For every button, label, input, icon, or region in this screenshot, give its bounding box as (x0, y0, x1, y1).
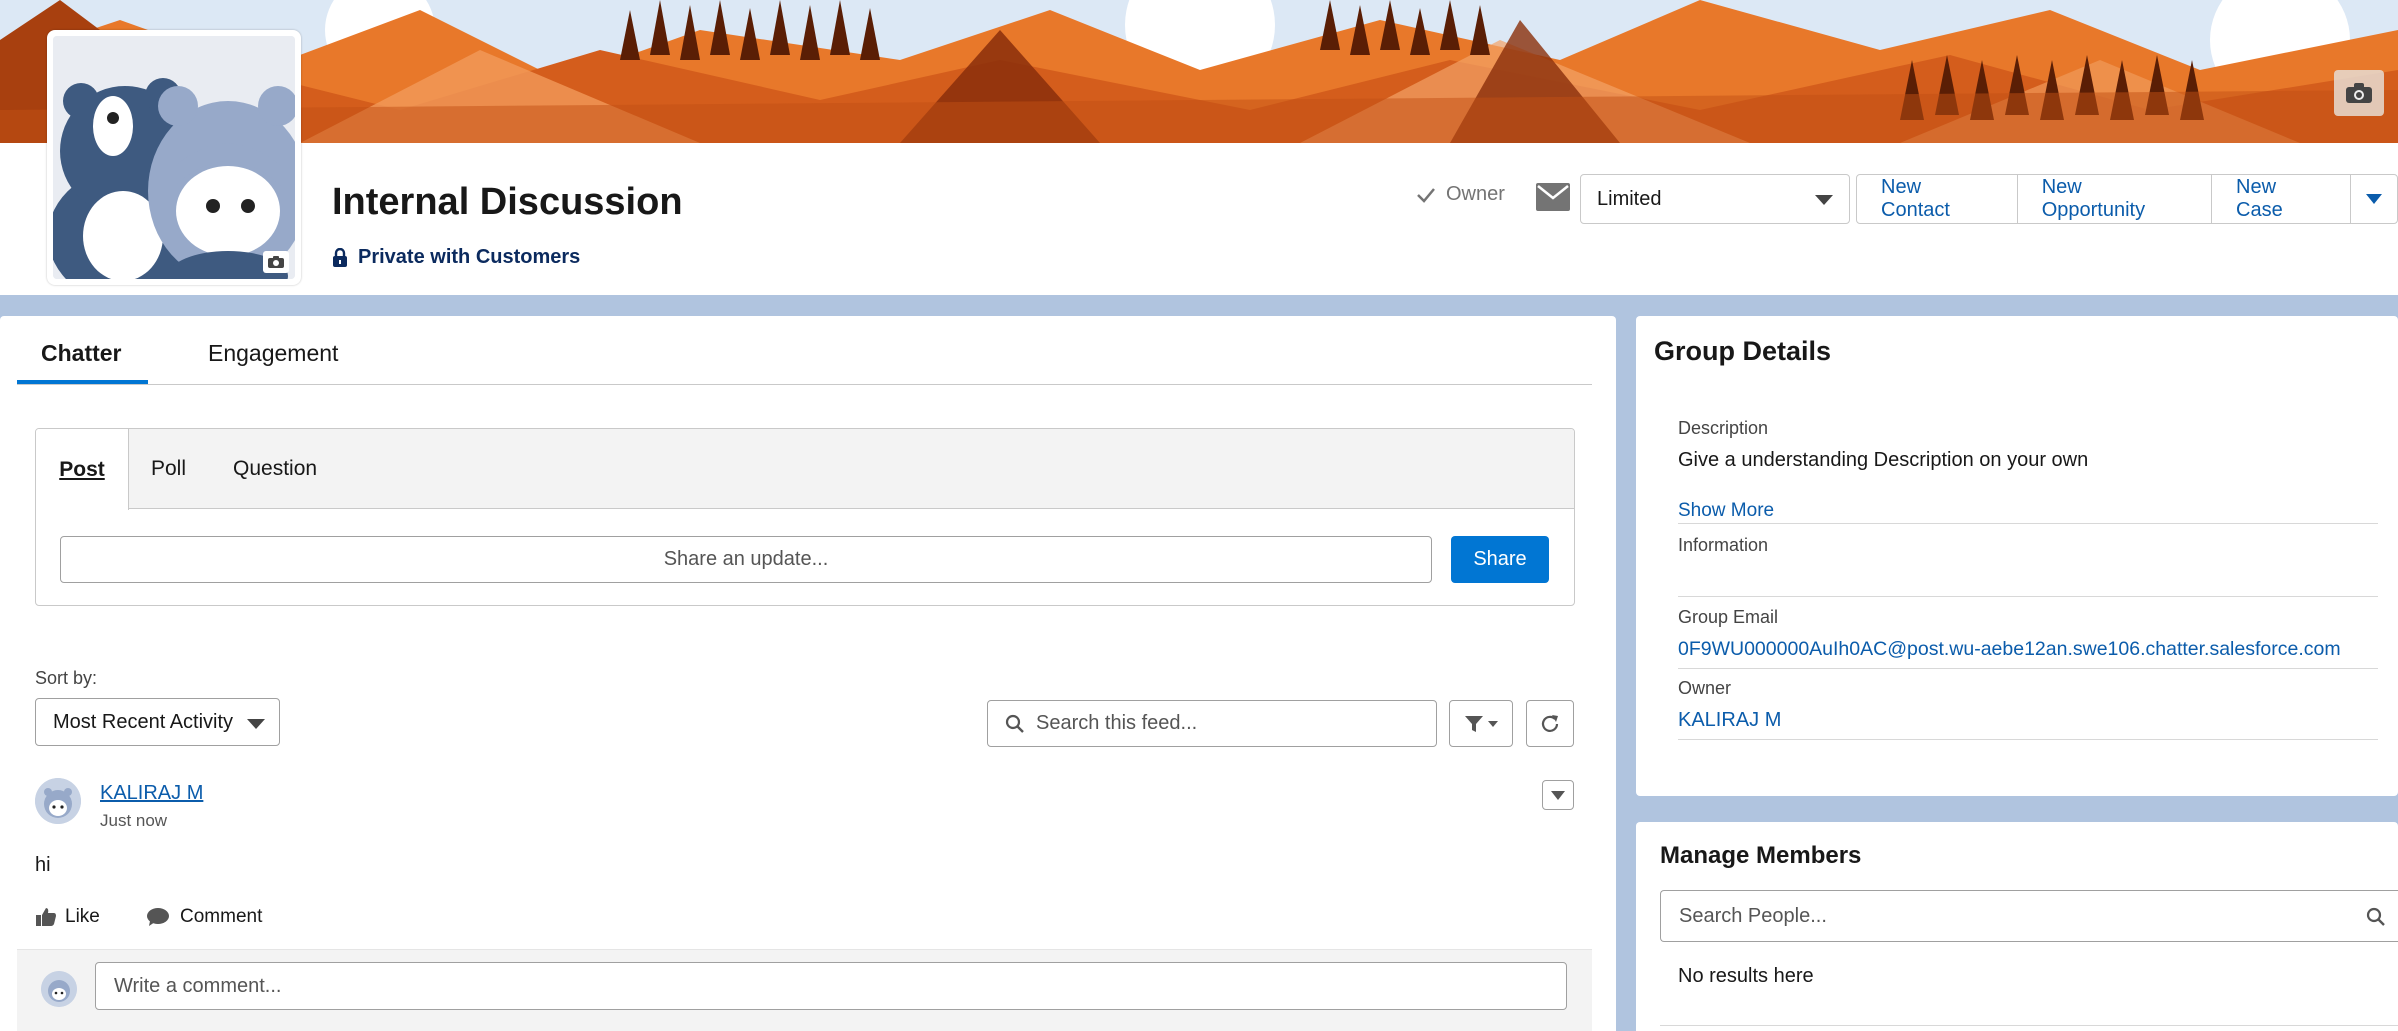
email-icon (1536, 183, 1570, 216)
tab-chatter[interactable]: Chatter (41, 340, 122, 367)
group-banner (0, 0, 2398, 143)
owner-flag-label: Owner (1446, 183, 1505, 205)
comment-icon (147, 908, 169, 926)
thumbs-up-icon (36, 908, 56, 926)
chevron-down-icon (247, 719, 265, 729)
comment-label: Comment (180, 906, 263, 927)
search-icon (1005, 714, 1024, 733)
email-frequency-select[interactable]: Limited (1580, 174, 1850, 224)
lock-icon (333, 247, 347, 267)
owner-flag: Owner (1416, 183, 1505, 206)
active-tab-indicator (17, 380, 148, 384)
current-user-avatar (41, 971, 77, 1007)
owner-label: Owner (1678, 678, 1732, 698)
chevron-down-icon (1488, 720, 1498, 727)
description-label: Description (1678, 418, 1769, 438)
share-update-input[interactable]: Share an update... (60, 536, 1432, 583)
sort-label: Sort by: (35, 668, 98, 688)
information-field: Information (1678, 535, 2378, 597)
chevron-down-icon (1815, 195, 1833, 205)
comment-composer: Write a comment... (17, 949, 1592, 1031)
comment-button[interactable]: Comment (146, 906, 262, 928)
page-title: Internal Discussion (332, 181, 683, 223)
people-search-input[interactable]: Search People... (1660, 890, 2398, 942)
divider (1660, 1025, 2398, 1026)
post-actions-menu[interactable] (1542, 780, 1574, 810)
banner-image (0, 0, 2398, 143)
new-opportunity-button[interactable]: New Opportunity (2018, 175, 2212, 223)
group-email-link[interactable]: 0F9WU000000AuIh0AC@post.wu-aebe12an.swe1… (1678, 638, 2378, 661)
group-email-label: Group Email (1678, 607, 1779, 627)
comment-input[interactable]: Write a comment... (95, 962, 1567, 1010)
chevron-down-icon (1551, 790, 1565, 800)
owner-field: Owner KALIRAJ M (1678, 678, 2378, 740)
like-button[interactable]: Like (35, 906, 100, 928)
check-icon (1417, 187, 1435, 203)
more-actions-button[interactable] (2351, 175, 2397, 223)
manage-members-title: Manage Members (1660, 842, 1862, 869)
show-more-link[interactable]: Show More (1678, 500, 2378, 528)
refresh-icon (1541, 714, 1559, 732)
manage-members-card: Manage Members Search People... No resul… (1636, 822, 2398, 1031)
filter-icon (1465, 715, 1483, 732)
description-field: Description Give a understanding Descrip… (1678, 418, 2378, 524)
publisher-tab-poll[interactable]: Poll (151, 429, 186, 509)
post-body: hi (35, 854, 51, 876)
sort-value: Most Recent Activity (53, 710, 234, 733)
group-email-field: Group Email 0F9WU000000AuIh0AC@post.wu-a… (1678, 607, 2378, 669)
chatter-publisher: Post Poll Question Share an update... Sh… (35, 428, 1575, 606)
group-header: Internal Discussion Private with Custome… (0, 143, 2398, 295)
privacy-status: Private with Customers (332, 246, 580, 269)
chevron-down-icon (2366, 194, 2382, 204)
no-results-message: No results here (1678, 965, 1814, 987)
publisher-tab-question[interactable]: Question (233, 429, 317, 509)
information-label: Information (1678, 535, 1769, 555)
people-search-placeholder: Search People... (1679, 904, 1827, 927)
owner-link[interactable]: KALIRAJ M (1678, 709, 2378, 732)
post-author-avatar[interactable] (35, 778, 81, 824)
post-timestamp: Just now (100, 811, 168, 830)
description-value: Give a understanding Description on your… (1678, 449, 2089, 471)
share-button[interactable]: Share (1451, 536, 1549, 583)
tab-engagement[interactable]: Engagement (208, 340, 338, 367)
group-photo[interactable] (47, 30, 301, 285)
new-case-button[interactable]: New Case (2212, 175, 2351, 223)
record-tabs: Chatter Engagement (17, 316, 1592, 385)
email-frequency-value: Limited (1597, 187, 1662, 210)
banner-camera-icon[interactable] (2334, 70, 2384, 116)
publisher-tab-post[interactable]: Post (36, 429, 129, 510)
header-actions: New Contact New Opportunity New Case (1856, 174, 2398, 224)
feed-refresh-button[interactable] (1526, 700, 1574, 747)
like-label: Like (65, 906, 100, 927)
new-contact-button[interactable]: New Contact (1857, 175, 2018, 223)
feed-search-input[interactable]: Search this feed... (987, 700, 1437, 747)
feed-filter-button[interactable] (1449, 700, 1513, 747)
sort-select[interactable]: Most Recent Activity (35, 698, 280, 746)
publisher-tabs: Post Poll Question (36, 429, 1574, 510)
feed-card: Chatter Engagement Post Poll Question Sh… (0, 316, 1616, 1031)
feed-search-placeholder: Search this feed... (1036, 712, 1198, 734)
search-icon (2366, 907, 2385, 926)
group-details-card: Group Details Description Give a underst… (1636, 316, 2398, 796)
post-author-link[interactable]: KALIRAJ M (100, 782, 203, 805)
group-photo-image (53, 36, 295, 279)
photo-camera-icon[interactable] (263, 251, 289, 273)
privacy-label: Private with Customers (358, 246, 581, 268)
group-details-title: Group Details (1654, 336, 1832, 366)
